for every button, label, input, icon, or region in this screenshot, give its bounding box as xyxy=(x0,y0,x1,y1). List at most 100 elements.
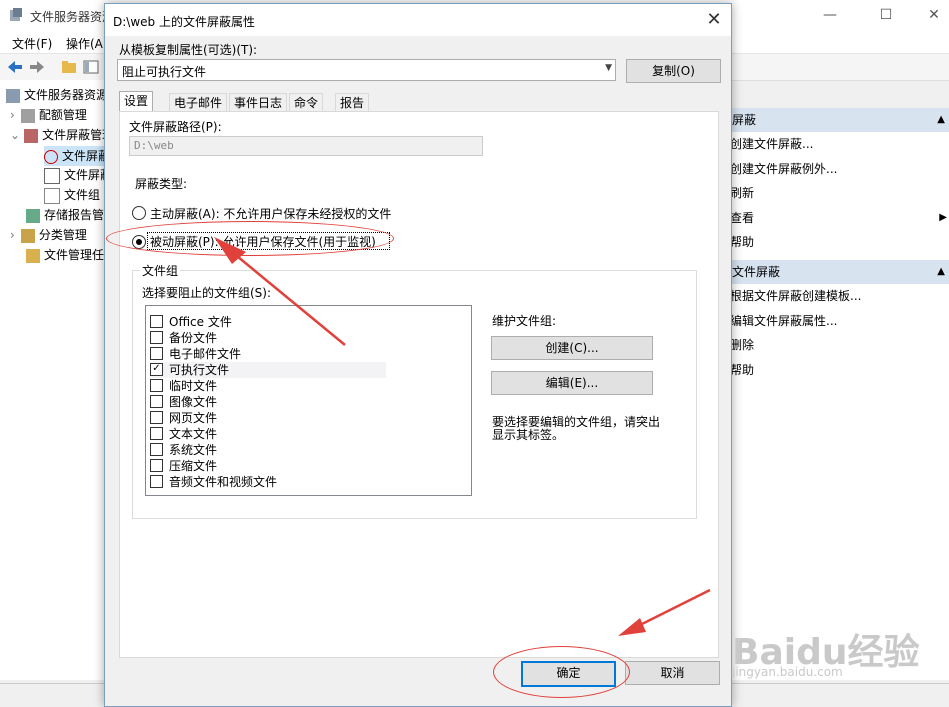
checkbox-icon[interactable] xyxy=(150,411,163,424)
tab-report[interactable]: 报告 xyxy=(335,93,370,112)
file-group-label: Office 文件 xyxy=(169,315,232,329)
screen-type-label: 屏蔽类型: xyxy=(135,177,188,191)
file-group-item[interactable]: 音频文件和视频文件 xyxy=(150,474,386,490)
menu-action[interactable]: 操作(A) xyxy=(66,35,108,52)
template-select-value: 阻止可执行文件 xyxy=(122,65,207,79)
checkbox-icon[interactable] xyxy=(150,395,163,408)
no-entry-icon xyxy=(44,149,58,164)
folder-up-icon[interactable] xyxy=(60,58,78,76)
action-create-template[interactable]: 根据文件屏蔽创建模板... xyxy=(730,286,861,306)
action-edit-properties[interactable]: 编辑文件屏蔽属性... xyxy=(730,311,837,331)
annotation-ellipse-ok xyxy=(493,646,630,698)
show-hide-tree-icon[interactable] xyxy=(82,58,100,76)
action-view[interactable]: 查看 ▶ xyxy=(730,208,949,228)
dialog-close-icon[interactable]: ✕ xyxy=(703,10,725,30)
file-screen-properties-dialog: D:\web 上的文件屏蔽属性 ✕ 从模板复制属性(可选)(T): 阻止可执行文… xyxy=(104,3,732,707)
actions-header-screens[interactable]: 屏蔽 ▲ xyxy=(730,108,949,132)
dialog-titlebar: D:\web 上的文件屏蔽属性 ✕ xyxy=(105,4,731,36)
checkbox-icon[interactable] xyxy=(150,443,163,456)
edit-group-button[interactable]: 编辑(E)... xyxy=(491,371,653,395)
task-icon xyxy=(26,248,40,263)
checkbox-checked-icon[interactable]: ✓ xyxy=(150,363,163,376)
action-create-exception[interactable]: 创建文件屏蔽例外... xyxy=(730,159,837,179)
file-group-item[interactable]: 电子邮件文件 xyxy=(150,346,386,362)
collapse-caret-icon[interactable]: ▲ xyxy=(937,108,945,132)
file-group-label: 音频文件和视频文件 xyxy=(169,475,278,489)
file-group-item[interactable]: 系统文件 xyxy=(150,442,386,458)
expand-chevron-icon[interactable]: › xyxy=(10,108,15,122)
classification-icon xyxy=(20,228,35,243)
active-screening-label[interactable]: 主动屏蔽(A): 不允许用户保存未经授权的文件 xyxy=(150,205,391,222)
checkbox-icon[interactable] xyxy=(150,459,163,472)
back-arrow-icon[interactable] xyxy=(6,58,24,76)
file-groups-list[interactable]: Office 文件 备份文件 电子邮件文件 ✓ 可执行文件 临时文件 图像文件网页文件文本文… xyxy=(145,305,472,496)
quota-icon xyxy=(20,108,35,123)
file-group-item[interactable]: 图像文件 xyxy=(150,394,386,410)
checkbox-icon[interactable] xyxy=(150,315,163,328)
expand-chevron-icon[interactable]: › xyxy=(10,228,15,242)
file-group-item[interactable]: 备份文件 xyxy=(150,330,386,346)
edit-hint-text: 要选择要编辑的文件组，请突出显示其标签。 xyxy=(492,415,661,442)
template-select[interactable]: 阻止可执行文件 ▼ xyxy=(117,59,616,81)
checkbox-icon[interactable] xyxy=(150,379,163,392)
collapse-caret-icon[interactable]: ▲ xyxy=(937,260,945,284)
file-group-label: 网页文件 xyxy=(169,411,218,425)
active-screening-radio[interactable] xyxy=(132,206,146,220)
forward-arrow-icon[interactable] xyxy=(28,58,46,76)
file-group-label: 文本文件 xyxy=(169,427,218,441)
file-group-label: 图像文件 xyxy=(169,395,218,409)
action-help-1[interactable]: 帮助 xyxy=(730,232,754,252)
tree-item-file-groups[interactable]: 文件组 xyxy=(44,185,104,205)
checkbox-icon[interactable] xyxy=(150,331,163,344)
tree-item-classification[interactable]: › 分类管理 xyxy=(10,225,104,245)
menu-file[interactable]: 文件(F) xyxy=(12,35,52,52)
actions-pane: 屏蔽 ▲ 创建文件屏蔽... 创建文件屏蔽例外... 刷新 查看 ▶ 帮助 文件屏蔽… xyxy=(730,108,949,680)
file-group-item[interactable]: Office 文件 xyxy=(150,314,386,330)
tree-item-root[interactable]: 文件服务器资源 xyxy=(6,85,108,105)
action-refresh[interactable]: 刷新 xyxy=(730,183,754,203)
file-group-label: 电子邮件文件 xyxy=(169,347,242,361)
file-group-item[interactable]: 临时文件 xyxy=(150,378,386,394)
watermark-url: jingyan.baidu.com xyxy=(732,665,843,679)
server-icon xyxy=(6,88,20,103)
tab-settings[interactable]: 设置 xyxy=(119,91,154,113)
tree-item-file-screens[interactable]: 文件屏蔽 xyxy=(44,146,104,166)
checkbox-icon[interactable] xyxy=(150,427,163,440)
tree-item-storage-reports[interactable]: 存储报告管 xyxy=(26,205,104,225)
close-icon[interactable]: ✕ xyxy=(924,6,944,24)
action-help-2[interactable]: 帮助 xyxy=(730,360,754,380)
checkbox-icon[interactable] xyxy=(150,347,163,360)
collapse-chevron-icon[interactable]: ⌄ xyxy=(10,128,20,142)
minimize-icon[interactable]: — xyxy=(820,6,840,24)
cancel-button[interactable]: 取消 xyxy=(625,661,720,685)
path-label: 文件屏蔽路径(P): xyxy=(129,120,222,134)
document-icon xyxy=(44,187,60,204)
console-tree: 文件服务器资源 ›配额管理 ⌄文件屏蔽管理 文件屏蔽 文件屏蔽 文件组 存储报告… xyxy=(0,80,114,680)
screen-icon xyxy=(24,128,39,143)
tree-item-quota[interactable]: › 配额管理 xyxy=(10,105,87,125)
tree-item-file-screening[interactable]: ⌄ 文件屏蔽管理 xyxy=(10,125,114,145)
file-group-item[interactable]: 网页文件 xyxy=(150,410,386,426)
file-group-item[interactable]: 文本文件 xyxy=(150,426,386,442)
create-group-button[interactable]: 创建(C)... xyxy=(491,336,653,360)
tab-command[interactable]: 命令 xyxy=(289,93,324,112)
tab-event-log[interactable]: 事件日志 xyxy=(229,93,288,112)
file-group-item[interactable]: ✓ 可执行文件 xyxy=(150,362,386,378)
action-create-screen[interactable]: 创建文件屏蔽... xyxy=(730,134,813,154)
actions-header-file-screen[interactable]: 文件屏蔽 ▲ xyxy=(730,260,949,284)
file-group-label: 系统文件 xyxy=(169,443,218,457)
path-field: D:\web xyxy=(129,136,483,156)
template-icon xyxy=(44,167,60,184)
file-groups-title: 文件组 xyxy=(140,262,181,279)
maximize-icon[interactable]: ☐ xyxy=(876,6,896,24)
action-delete[interactable]: 删除 xyxy=(730,335,754,355)
checkbox-icon[interactable] xyxy=(150,475,163,488)
submenu-arrow-icon: ▶ xyxy=(939,212,947,223)
select-groups-label: 选择要阻止的文件组(S): xyxy=(142,286,272,300)
tree-item-screen-templates[interactable]: 文件屏蔽 xyxy=(44,165,104,185)
main-window-title: 文件服务器资源 xyxy=(30,10,115,24)
copy-button[interactable]: 复制(O) xyxy=(626,59,721,83)
tab-email[interactable]: 电子邮件 xyxy=(169,93,228,112)
tree-item-file-management[interactable]: 文件管理任 xyxy=(26,245,104,265)
file-group-item[interactable]: 压缩文件 xyxy=(150,458,386,474)
